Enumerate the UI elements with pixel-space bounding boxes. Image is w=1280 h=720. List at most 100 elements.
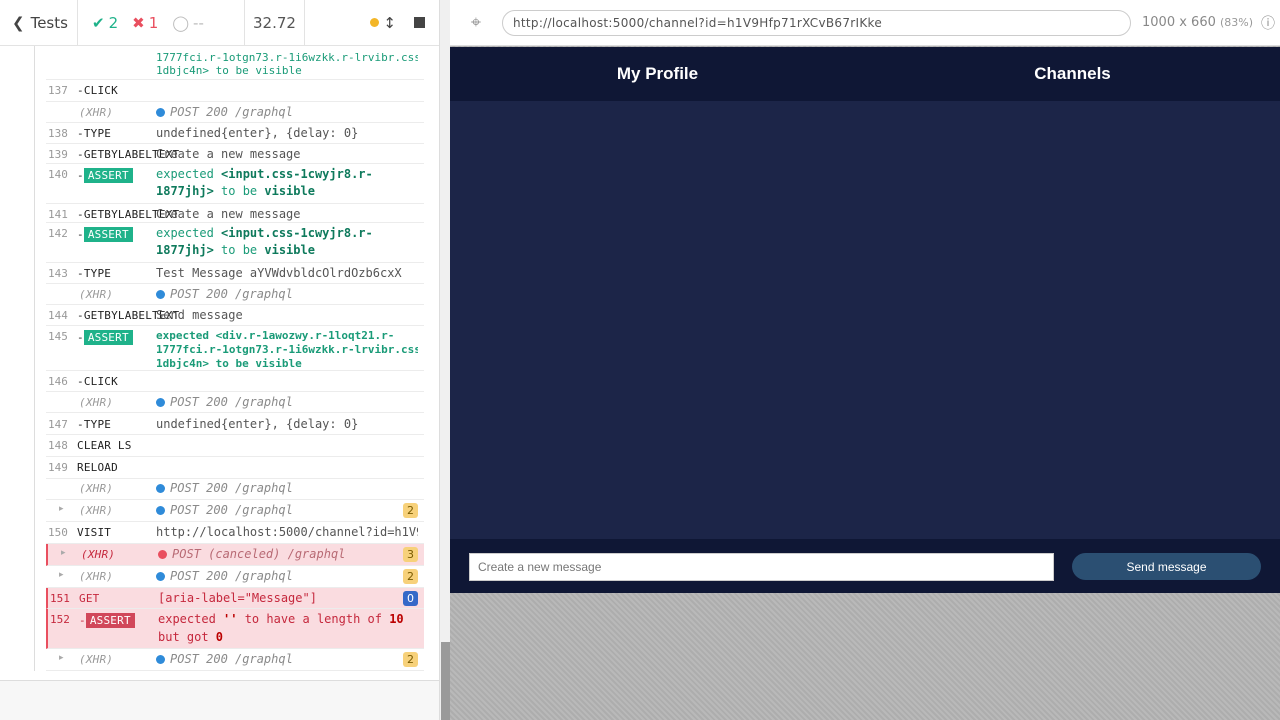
xhr-row[interactable]: (XHR) POST 200 /graphql	[46, 392, 424, 413]
command-number: 142	[48, 227, 68, 240]
command-name: -TYPE	[77, 127, 112, 140]
command-name: - ASSERT	[77, 227, 133, 242]
xhr-row[interactable]: (XHR) POST 200 /graphql	[46, 478, 424, 500]
app-frame: My Profile Channels Create a new message…	[450, 47, 1280, 593]
message-input[interactable]: Create a new message	[469, 553, 1054, 581]
command-row[interactable]: 145 - ASSERT expected <div.r-1awozwy.r-1loq…	[46, 326, 424, 371]
command-name: (XHR)	[79, 288, 114, 301]
command-message-line: expected '' to have a length of 10	[158, 612, 404, 626]
run-controls: ↕	[305, 0, 439, 46]
command-name: GET	[79, 592, 100, 605]
command-message-line: 1777fci.r-1otgn73.r-1i6wzkk.r-lrvibr.css…	[156, 343, 418, 356]
check-icon: ✔	[92, 13, 105, 32]
stop-icon[interactable]	[414, 17, 425, 28]
command-row[interactable]: 149 RELOAD	[46, 457, 424, 479]
nav-my-profile[interactable]: My Profile	[450, 47, 865, 101]
auto-scroll-toggle[interactable]: ↕	[370, 14, 396, 32]
xhr-message: POST 200 /graphql	[156, 395, 418, 409]
command-row[interactable]: 144 -GETBYLABELTEXT Send message	[46, 305, 424, 326]
command-row[interactable]: 137 -CLICK	[46, 80, 424, 102]
xhr-row[interactable]: (XHR) POST 200 /graphql	[46, 102, 424, 123]
command-row[interactable]: 150 VISIT http://localhost:5000/channel?id…	[46, 522, 424, 544]
command-row[interactable]: 138 -TYPE undefined{enter}, {delay: 0}	[46, 123, 424, 144]
command-message-line: but got 0	[158, 630, 224, 644]
assert-badge: ASSERT	[83, 168, 133, 183]
info-icon[interactable]: ⓘ	[1261, 13, 1275, 33]
nav-channels[interactable]: Channels	[865, 47, 1280, 101]
command-name: - ASSERT	[79, 613, 135, 628]
send-message-button[interactable]: Send message	[1072, 553, 1261, 580]
command-row[interactable]: 148 CLEAR LS	[46, 435, 424, 457]
viewport-size: 1000 x 660 (83%)	[1142, 15, 1254, 30]
xhr-text: POST 200 /graphql	[170, 287, 293, 301]
assert-element: 1877jhj>	[156, 243, 214, 257]
command-number: 146	[48, 375, 68, 388]
command-name: - ASSERT	[77, 168, 133, 183]
command-message-line: expected <input.css-1cwyjr8.r-	[156, 226, 373, 240]
status-dot-icon	[370, 18, 380, 27]
test-stats: ✔ 2 ✖ 1 ◯ --	[78, 0, 245, 46]
command-list: 1777fci.r-1otgn73.r-1i6wzkk.r-lrvibr.css…	[46, 46, 424, 671]
xhr-row[interactable]: ▸ (XHR) POST 200 /graphql 2	[46, 566, 424, 588]
duration: 32.72	[245, 0, 305, 46]
command-name: (XHR)	[79, 396, 114, 409]
command-number: 150	[48, 526, 68, 539]
expand-caret-icon[interactable]: ▸	[61, 548, 66, 558]
assert-expected: 10	[389, 612, 404, 626]
expand-caret-icon[interactable]: ▸	[59, 504, 64, 514]
url-field[interactable]: http://localhost:5000/channel?id=h1V9Hfp…	[502, 9, 1131, 36]
tests-label: Tests	[30, 13, 68, 32]
command-number: 144	[48, 309, 68, 322]
status-dot-icon	[156, 398, 165, 407]
command-row[interactable]: 152 - ASSERT expected '' to have a length o…	[46, 609, 424, 649]
expand-caret-icon[interactable]: ▸	[59, 570, 64, 580]
xhr-row[interactable]: ▸ (XHR) POST 200 /graphql 2	[46, 649, 424, 671]
command-message: Create a new message	[156, 147, 301, 161]
xhr-message: POST 200 /graphql	[156, 569, 418, 583]
command-name: (XHR)	[79, 106, 114, 119]
expand-caret-icon[interactable]: ▸	[59, 653, 64, 663]
command-row[interactable]: 142 - ASSERT expected <input.css-1cwyjr8.r-…	[46, 223, 424, 263]
command-row[interactable]: 146 -CLICK	[46, 371, 424, 392]
command-number: 148	[48, 439, 68, 452]
command-row[interactable]: 143 -TYPE Test Message aYVWdvbldcOlrdOzb6c…	[46, 263, 424, 284]
assert-value: ''	[223, 612, 238, 626]
command-row[interactable]: 141 -GETBYLABELTEXT Create a new message	[46, 204, 424, 223]
passed-stat: ✔ 2	[92, 13, 119, 32]
tests-back-button[interactable]: ❮ Tests	[0, 0, 78, 46]
command-number: 140	[48, 168, 68, 181]
command-message-line: 1dbjc4n> to be visible	[156, 64, 302, 77]
command-name: -CLICK	[77, 84, 118, 97]
app-nav: My Profile Channels	[450, 47, 1280, 101]
status-dot-icon	[156, 108, 165, 117]
assert-badge: ASSERT	[83, 227, 133, 242]
app-under-test: ⌖ http://localhost:5000/channel?id=h1V9H…	[450, 0, 1280, 720]
command-number: 145	[48, 330, 68, 343]
command-message: Create a new message	[156, 207, 301, 221]
divider	[34, 46, 35, 671]
selector-playground-icon[interactable]: ⌖	[450, 12, 502, 33]
command-row[interactable]: 147 -TYPE undefined{enter}, {delay: 0}	[46, 414, 424, 435]
reporter-scrollbar[interactable]	[439, 0, 450, 720]
count-badge: 2	[403, 503, 418, 518]
status-dot-icon	[156, 655, 165, 664]
command-row[interactable]: 151 GET [aria-label="Message"] 0	[46, 588, 424, 609]
command-row[interactable]: 140 - ASSERT expected <input.css-1cwyjr8.r-…	[46, 164, 424, 204]
scrollbar-thumb[interactable]	[441, 642, 450, 720]
command-name: RELOAD	[77, 461, 118, 474]
message-composer: Create a new message Send message	[450, 539, 1280, 593]
xhr-text: POST 200 /graphql	[170, 481, 293, 495]
command-name: -TYPE	[77, 418, 112, 431]
xhr-row[interactable]: ▸ (XHR) POST (canceled) /graphql 3	[46, 544, 424, 566]
xhr-text: POST 200 /graphql	[170, 569, 293, 583]
command-number: 147	[48, 418, 68, 431]
xhr-row[interactable]: (XHR) POST 200 /graphql	[46, 284, 424, 305]
status-dot-icon	[156, 484, 165, 493]
assert-element: <input.css-1cwyjr8.r-	[221, 167, 373, 181]
command-message: undefined{enter}, {delay: 0}	[156, 417, 359, 431]
xhr-row[interactable]: ▸ (XHR) POST 200 /graphql 2	[46, 500, 424, 522]
command-message: Send message	[156, 308, 243, 322]
command-row[interactable]: 139 -GETBYLABELTEXT Create a new message	[46, 144, 424, 164]
command-number: 149	[48, 461, 68, 474]
command-row[interactable]: 1777fci.r-1otgn73.r-1i6wzkk.r-lrvibr.css…	[46, 46, 424, 80]
